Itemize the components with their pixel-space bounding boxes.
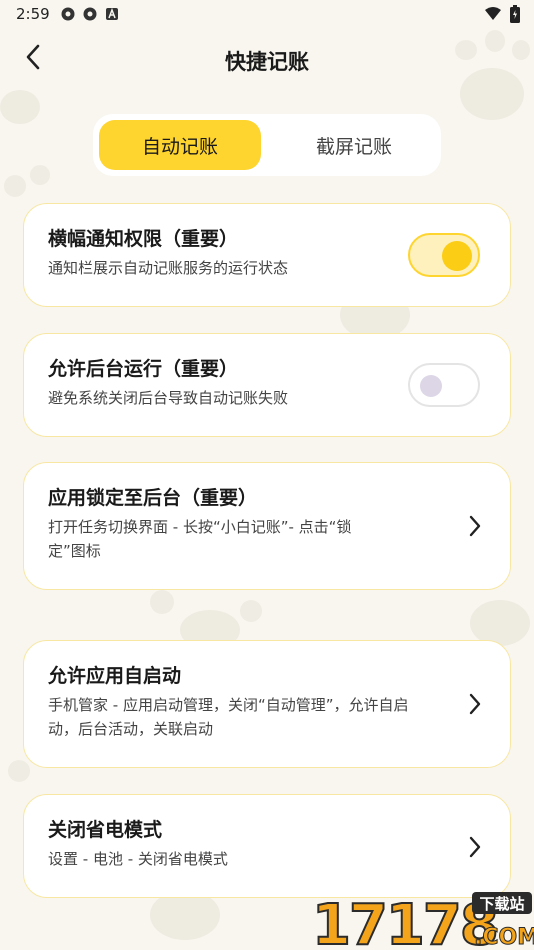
card-title: 应用锁定至后台（重要）	[48, 487, 258, 509]
card-title: 横幅通知权限（重要）	[48, 228, 239, 250]
watermark-badge: 下载站	[479, 895, 524, 913]
card-description: 手机管家 - 应用启动管理，关闭“自动管理”，允许自启动，后台活动，关联启动	[48, 696, 409, 738]
card-description: 避免系统关闭后台导致自动记账失败	[48, 389, 289, 407]
status-time: 2:59	[16, 5, 50, 23]
chevron-right-icon	[466, 691, 484, 717]
wifi-icon	[484, 6, 502, 26]
chevron-right-icon	[466, 513, 484, 539]
toggle-knob	[442, 241, 472, 271]
chevron-right-icon	[466, 834, 484, 860]
tab-screenshot-bookkeeping[interactable]: 截屏记账	[273, 120, 435, 170]
toggle-knob	[420, 375, 442, 397]
a-badge-icon	[104, 6, 120, 22]
status-bar: 2:59	[0, 0, 534, 30]
watermark-text: 17178	[312, 893, 497, 950]
header: 快捷记账	[0, 36, 534, 82]
card-power-saving[interactable]: 关闭省电模式 设置 - 电池 - 关闭省电模式	[23, 794, 511, 898]
status-notification-icons	[60, 6, 120, 22]
gear-icon	[60, 6, 76, 22]
watermark-logo: 17178 下载站 .COM	[304, 890, 534, 950]
card-description: 打开任务切换界面 - 长按“小白记账”- 点击“锁定”图标	[48, 518, 352, 560]
card-title: 允许应用自启动	[48, 665, 182, 687]
card-auto-start[interactable]: 允许应用自启动 手机管家 - 应用启动管理，关闭“自动管理”，允许自启动，后台活…	[23, 640, 511, 768]
watermark-sub: .COM	[474, 925, 534, 950]
card-description: 通知栏展示自动记账服务的运行状态	[48, 259, 289, 277]
card-description: 设置 - 电池 - 关闭省电模式	[48, 850, 228, 868]
background-toggle[interactable]	[408, 363, 480, 407]
page-title: 快捷记账	[225, 50, 309, 74]
status-right-icons	[484, 5, 520, 27]
card-title: 关闭省电模式	[48, 819, 163, 841]
tab-auto-bookkeeping[interactable]: 自动记账	[99, 120, 261, 170]
gear-icon	[82, 6, 98, 22]
card-banner-notification[interactable]: 横幅通知权限（重要） 通知栏展示自动记账服务的运行状态	[23, 203, 511, 307]
card-lock-to-background[interactable]: 应用锁定至后台（重要） 打开任务切换界面 - 长按“小白记账”- 点击“锁定”图…	[23, 462, 511, 590]
notification-toggle[interactable]	[408, 233, 480, 277]
card-background-running[interactable]: 允许后台运行（重要） 避免系统关闭后台导致自动记账失败	[23, 333, 511, 437]
card-title: 允许后台运行（重要）	[48, 358, 239, 380]
mode-tabs: 自动记账 截屏记账	[93, 114, 441, 176]
battery-icon	[510, 5, 520, 27]
